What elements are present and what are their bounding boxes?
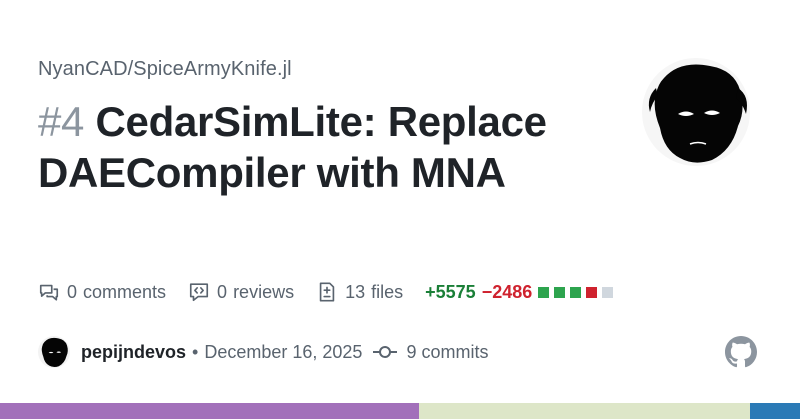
avatar-drawing-small — [41, 337, 68, 367]
diff-block-added — [570, 286, 582, 298]
reviews-count: 0 — [217, 281, 228, 302]
reviews-stat: 0 reviews — [188, 281, 294, 303]
comments-label: comments — [83, 281, 167, 302]
files-stat: 13 files — [316, 281, 403, 303]
language-bar-segment — [419, 403, 750, 419]
file-diff-icon — [319, 282, 335, 302]
pr-footer: pepijndevos • December 16, 2025 9 commits — [38, 334, 488, 370]
diff-block-deleted — [586, 286, 598, 298]
files-count: 13 — [345, 281, 366, 302]
diff-block-added — [554, 286, 566, 298]
additions-count: +5575 — [425, 281, 476, 302]
language-bar-segment — [0, 403, 419, 419]
diff-stat: +5575 −2486 — [425, 281, 614, 303]
commits-count: 9 — [406, 341, 417, 362]
git-commit-icon — [373, 346, 398, 358]
diff-blocks — [533, 282, 614, 303]
diff-block-added — [538, 286, 550, 298]
separator-dot: • — [192, 341, 199, 362]
deletions-count: −2486 — [481, 281, 533, 302]
avatar-drawing — [648, 64, 747, 163]
files-label: files — [371, 281, 404, 302]
diff-block-neutral — [602, 286, 614, 298]
pr-title: #4 CedarSimLite: Replace DAECompiler wit… — [38, 96, 558, 198]
code-review-icon — [189, 283, 209, 302]
pr-stats: 0 comments 0 reviews 13 files +5575 −2486 — [38, 280, 614, 304]
author-name[interactable]: pepijndevos — [81, 342, 186, 363]
pr-number: #4 — [38, 98, 85, 145]
pr-title-text: CedarSimLite: Replace DAECompiler with M… — [38, 98, 547, 196]
reviews-label: reviews — [233, 281, 295, 302]
comments-count: 0 — [67, 281, 78, 302]
comment-icon — [39, 284, 59, 301]
pr-date: December 16, 2025 — [204, 341, 363, 362]
comments-stat: 0 comments — [38, 281, 166, 303]
author-avatar-large[interactable] — [642, 58, 750, 166]
commits-label: commits — [421, 341, 489, 362]
language-bar-segment — [750, 403, 800, 419]
repo-name[interactable]: NyanCAD/SpiceArmyKnife.jl — [38, 58, 292, 81]
github-mark-icon[interactable] — [725, 336, 757, 368]
author-avatar[interactable] — [38, 336, 70, 368]
